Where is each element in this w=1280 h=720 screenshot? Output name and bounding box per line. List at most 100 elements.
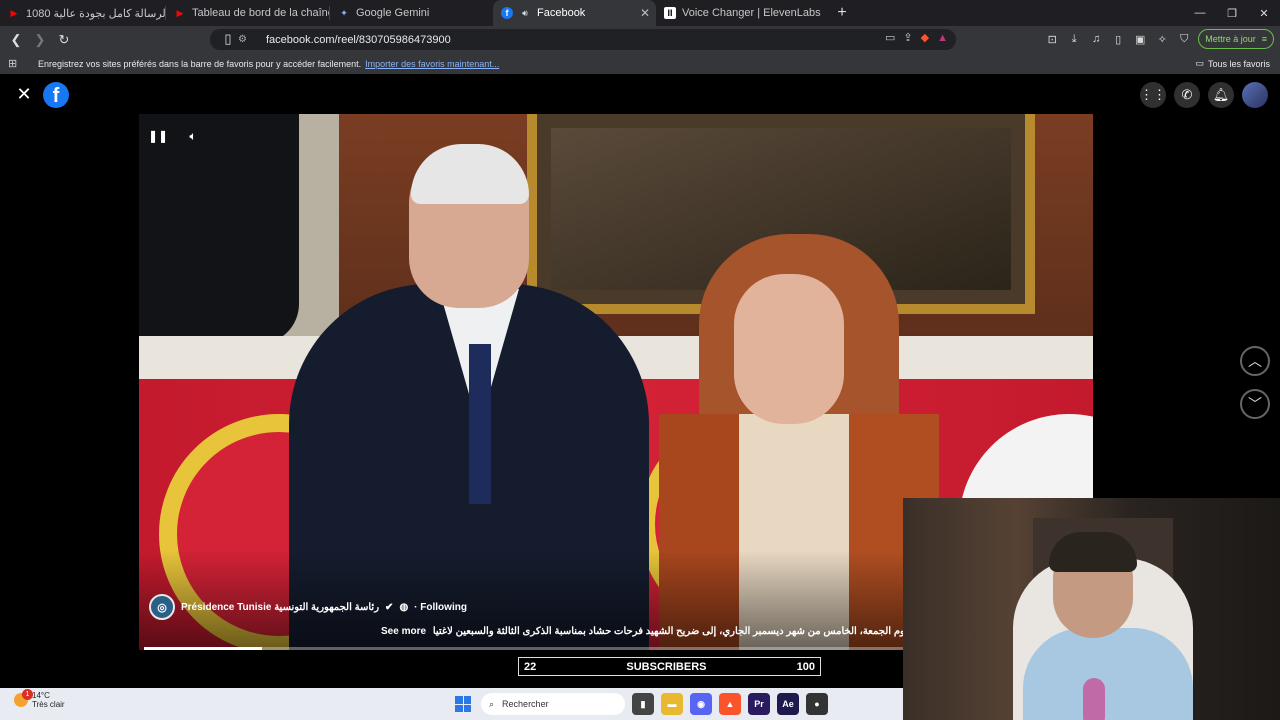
subscriber-goal: 100 bbox=[796, 660, 815, 673]
url-text: facebook.com/reel/830705986473900 bbox=[266, 33, 451, 46]
reload-icon[interactable]: ↻ bbox=[54, 30, 74, 50]
cast-icon[interactable]: ▭ bbox=[885, 31, 895, 44]
obs-icon[interactable]: ● bbox=[806, 693, 828, 715]
forward-icon[interactable]: ❯ bbox=[30, 30, 50, 50]
tab-youtube-film[interactable]: ▶ فيلم الرسالة كامل بجودة عالية 1080 - .… bbox=[0, 0, 165, 26]
youtube-icon: ▶ bbox=[10, 7, 18, 18]
taskbar-apps: ▮ ▬ ◉ ▲ Pr Ae ● bbox=[632, 693, 828, 715]
media-icon[interactable]: ♫ bbox=[1088, 31, 1104, 47]
globe-icon: ◍ bbox=[399, 601, 409, 613]
facebook-logo[interactable]: f bbox=[43, 82, 69, 108]
browser-tab-strip: ▶ فيلم الرسالة كامل بجودة عالية 1080 - .… bbox=[0, 0, 1280, 26]
caption-text: اليوم الجمعة، الخامس من شهر ديسمبر الجار… bbox=[432, 626, 923, 637]
fb-header-actions: ⋮⋮ ✆ 🔔︎ bbox=[1140, 82, 1268, 108]
weather-widget[interactable]: 1 14°C Très clair bbox=[14, 689, 65, 709]
page-avatar[interactable]: ◎ bbox=[149, 594, 175, 620]
folder-icon[interactable]: ▬ bbox=[661, 693, 683, 715]
share-icon[interactable]: ⇪ bbox=[903, 31, 912, 44]
streamer-hair bbox=[1049, 532, 1137, 572]
notifications-icon[interactable]: 🔔︎ bbox=[1208, 82, 1234, 108]
taskbar-search[interactable]: ⌕ Rechercher bbox=[481, 693, 625, 715]
gemini-icon: ✦ bbox=[340, 7, 348, 18]
minimize-icon[interactable]: — bbox=[1184, 0, 1216, 26]
close-icon[interactable]: ✕ bbox=[16, 85, 32, 103]
page-name[interactable]: Présidence Tunisie رئاسة الجمهورية التون… bbox=[181, 602, 379, 613]
microphone bbox=[1083, 678, 1105, 720]
close-icon[interactable]: ✕ bbox=[640, 6, 650, 20]
chevron-up-icon: ︿ bbox=[1248, 353, 1262, 369]
close-window-icon[interactable]: ✕ bbox=[1248, 0, 1280, 26]
search-icon: ⌕ bbox=[489, 698, 495, 709]
import-bookmarks-link[interactable]: Importer des favoris maintenant... bbox=[365, 59, 499, 69]
brave-shield-icon[interactable]: ◆ bbox=[921, 31, 929, 44]
previous-reel-button[interactable]: ︿ bbox=[1240, 346, 1270, 376]
toolbar-actions: ⊡ ⤓ ♫ ▯ ▣ ✧ ⛉ Mettre à jour ≡ bbox=[1044, 29, 1274, 49]
verified-icon: ✔ bbox=[385, 601, 394, 613]
update-button[interactable]: Mettre à jour ≡ bbox=[1198, 29, 1274, 49]
brave-icon[interactable]: ▲ bbox=[719, 693, 741, 715]
folder-icon: ▭ bbox=[1195, 58, 1204, 68]
site-info-icon[interactable]: ⚙ bbox=[238, 34, 252, 45]
elevenlabs-icon: II bbox=[664, 7, 676, 19]
back-icon[interactable]: ❮ bbox=[6, 30, 26, 50]
after-effects-icon[interactable]: Ae bbox=[777, 693, 799, 715]
wallet-icon[interactable]: ▣ bbox=[1132, 31, 1148, 47]
premiere-icon[interactable]: Pr bbox=[748, 693, 770, 715]
see-more-link[interactable]: See more bbox=[381, 626, 426, 637]
screenshot-icon[interactable]: ⊡ bbox=[1044, 31, 1060, 47]
profile-avatar[interactable] bbox=[1242, 82, 1268, 108]
sidebar-icon[interactable]: ▯ bbox=[1110, 31, 1126, 47]
windows-start-icon[interactable] bbox=[455, 696, 471, 712]
next-reel-button[interactable]: ﹀ bbox=[1240, 389, 1270, 419]
tab-gemini[interactable]: ✦ Google Gemini bbox=[330, 0, 493, 26]
streamer-shirt bbox=[1023, 628, 1193, 720]
browser-toolbar: ❮ ❯ ↻ ⚙ facebook.com/reel/83070598647390… bbox=[0, 26, 1280, 53]
reel-owner[interactable]: ◎ Présidence Tunisie رئاسة الجمهورية الت… bbox=[149, 594, 467, 620]
subscriber-counter-overlay: 22 SUBSCRIBERS 100 bbox=[518, 657, 821, 676]
video-progress-fill bbox=[144, 647, 262, 650]
all-favorites-button[interactable]: ▭ Tous les favoris bbox=[1195, 58, 1270, 69]
woman-face bbox=[734, 274, 844, 424]
address-bar[interactable]: ⚙ facebook.com/reel/830705986473900 ▭ ⇪ … bbox=[210, 29, 956, 50]
subscriber-label: SUBSCRIBERS bbox=[626, 660, 707, 673]
tab-label: Voice Changer | ElevenLabs bbox=[682, 7, 821, 19]
guard-uniform bbox=[139, 114, 299, 344]
tab-youtube-studio[interactable]: ▶ Tableau de bord de la chaîne - YouTu bbox=[166, 0, 329, 26]
new-tab-button[interactable]: + bbox=[830, 1, 854, 25]
volume-icon[interactable]: 🔈︎ bbox=[183, 126, 203, 146]
restore-icon[interactable]: ❐ bbox=[1216, 0, 1248, 26]
windows-taskbar: 1 14°C Très clair ⌕ Rechercher ▮ ▬ ◉ ▲ Pr Ae ● bbox=[0, 688, 903, 720]
menu-grid-icon[interactable]: ⋮⋮ bbox=[1140, 82, 1166, 108]
update-label: Mettre à jour bbox=[1205, 34, 1256, 44]
following-label[interactable]: · Following bbox=[414, 602, 467, 613]
weather-condition: Très clair bbox=[32, 700, 65, 709]
menu-icon: ≡ bbox=[1261, 34, 1267, 44]
tab-elevenlabs[interactable]: II Voice Changer | ElevenLabs bbox=[656, 0, 824, 26]
bookmark-icon[interactable]: ▯ bbox=[218, 29, 238, 49]
all-favorites-label: Tous les favoris bbox=[1207, 58, 1270, 69]
speaker-icon: 🔊︎ bbox=[522, 7, 528, 18]
leo-icon[interactable]: ✧ bbox=[1154, 31, 1170, 47]
brave-rewards-icon[interactable]: ▲ bbox=[937, 32, 948, 44]
vpn-icon[interactable]: ⛉ bbox=[1176, 31, 1192, 47]
man-tie bbox=[469, 344, 491, 504]
messenger-icon[interactable]: ✆ bbox=[1174, 82, 1200, 108]
notification-badge: 1 bbox=[22, 689, 33, 700]
tab-label: Google Gemini bbox=[356, 7, 430, 19]
tab-label: Tableau de bord de la chaîne - YouTu bbox=[192, 7, 329, 19]
pause-icon[interactable]: ❚❚ bbox=[148, 126, 168, 146]
window-controls: — ❐ ✕ bbox=[1184, 0, 1280, 26]
download-icon[interactable]: ⤓ bbox=[1066, 31, 1082, 47]
apps-grid-icon[interactable]: ⊞ bbox=[8, 57, 20, 70]
tab-label: فيلم الرسالة كامل بجودة عالية 1080 - ...… bbox=[26, 7, 165, 20]
file-explorer-icon[interactable]: ▮ bbox=[632, 693, 654, 715]
tab-facebook[interactable]: f 🔊︎ Facebook ✕ bbox=[493, 0, 656, 26]
discord-icon[interactable]: ◉ bbox=[690, 693, 712, 715]
temperature: 14°C bbox=[32, 691, 50, 700]
facebook-icon: f bbox=[501, 7, 513, 19]
webcam-overlay bbox=[903, 498, 1280, 720]
bookmarks-hint: Enregistrez vos sites préférés dans la b… bbox=[38, 58, 362, 69]
subscriber-count: 22 bbox=[524, 660, 537, 673]
search-placeholder: Rechercher bbox=[502, 699, 549, 709]
tab-label: Facebook bbox=[537, 7, 586, 19]
